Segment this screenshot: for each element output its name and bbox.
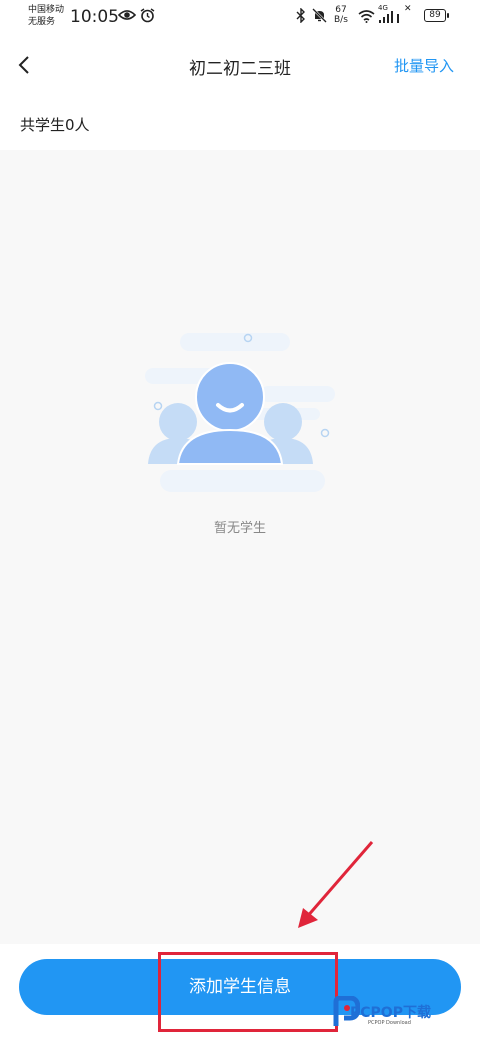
status-bar: 中国移动 无服务 10:05 67 B/s 4G ✕ 89	[0, 0, 480, 36]
empty-students-illustration	[145, 333, 335, 492]
alarm-icon	[140, 8, 155, 27]
watermark-subtitle: PCPOP Download	[368, 1020, 411, 1026]
carrier-info: 中国移动 无服务	[28, 4, 64, 28]
signal-icon	[378, 11, 402, 28]
nav-bar: 初二初二三班 批量导入	[0, 36, 480, 94]
network-speed-unit: B/s	[334, 15, 348, 25]
bluetooth-icon	[296, 7, 306, 27]
empty-state-text: 暂无学生	[213, 521, 266, 536]
watermark-brand: PCPOP下载	[350, 1005, 431, 1021]
student-list-area: 暂无学生	[0, 150, 480, 944]
carrier-status: 无服务	[28, 17, 56, 27]
network-speed-value: 67	[335, 5, 347, 15]
status-time: 10:05	[70, 7, 119, 27]
wifi-icon	[358, 10, 375, 27]
student-count-row: 共学生0人	[0, 94, 480, 150]
eye-icon	[117, 8, 137, 26]
battery-indicator: 89	[424, 9, 449, 22]
no-sim-icon: ✕	[404, 4, 412, 14]
network-speed: 67 B/s	[334, 5, 348, 25]
annotation-highlight-box	[158, 952, 338, 1032]
mute-bell-icon	[312, 8, 327, 27]
student-count: 共学生0人	[20, 116, 90, 134]
batch-import-button[interactable]: 批量导入	[394, 55, 454, 76]
carrier-name: 中国移动	[28, 5, 65, 15]
